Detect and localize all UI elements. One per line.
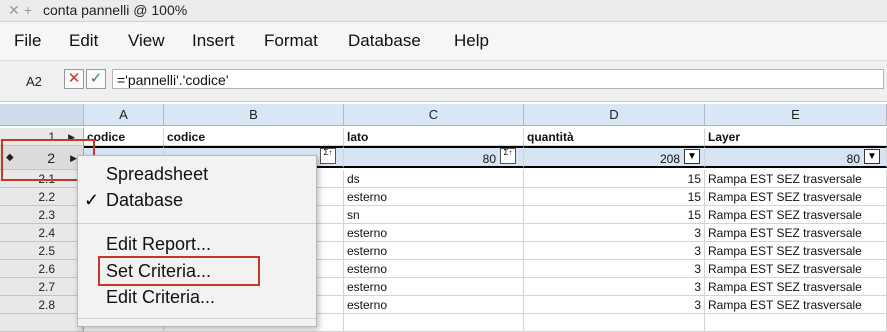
- sum-sort-icon[interactable]: Σ↑: [320, 148, 336, 164]
- menu-separator: [78, 223, 316, 224]
- table-cell[interactable]: esterno: [344, 188, 524, 206]
- table-cell[interactable]: 15: [524, 188, 705, 206]
- row-header[interactable]: 2.5: [0, 242, 84, 260]
- table-cell[interactable]: Rampa EST SEZ trasversale: [705, 242, 887, 260]
- cell-reference[interactable]: A2: [26, 74, 42, 89]
- column-header-c[interactable]: C: [344, 104, 524, 126]
- table-cell[interactable]: 80: [344, 146, 524, 168]
- menu-bar: File Edit View Insert Format Database He…: [0, 22, 887, 61]
- table-cell[interactable]: codice: [164, 128, 344, 146]
- close-window-icon[interactable]: ✕: [8, 2, 20, 19]
- dropdown-arrow-icon[interactable]: ▼: [684, 149, 700, 164]
- accept-icon[interactable]: ✓: [86, 69, 106, 89]
- column-header-b[interactable]: B: [164, 104, 344, 126]
- menu-item-database[interactable]: Database: [106, 190, 183, 211]
- table-cell[interactable]: Rampa EST SEZ trasversale: [705, 278, 887, 296]
- table-cell[interactable]: Rampa EST SEZ trasversale: [705, 206, 887, 224]
- table-cell[interactable]: 3: [524, 260, 705, 278]
- menu-file[interactable]: File: [14, 31, 41, 51]
- menu-insert[interactable]: Insert: [192, 31, 235, 51]
- menu-view[interactable]: View: [128, 31, 165, 51]
- menu-item-edit-criteria[interactable]: Edit Criteria...: [106, 287, 215, 308]
- menu-help[interactable]: Help: [454, 31, 489, 51]
- table-cell[interactable]: 3: [524, 242, 705, 260]
- menu-item-edit-report[interactable]: Edit Report...: [106, 234, 211, 255]
- table-cell[interactable]: esterno: [344, 260, 524, 278]
- table-cell[interactable]: [705, 314, 887, 332]
- row-header[interactable]: 2.4: [0, 224, 84, 242]
- menu-separator: [78, 318, 316, 319]
- context-menu: Spreadsheet ✓ Database Edit Report... Se…: [77, 155, 317, 327]
- table-cell[interactable]: sn: [344, 206, 524, 224]
- table-cell[interactable]: codice: [84, 128, 164, 146]
- table-cell[interactable]: 3: [524, 224, 705, 242]
- table-cell[interactable]: 15: [524, 170, 705, 188]
- table-cell[interactable]: Rampa EST SEZ trasversale: [705, 224, 887, 242]
- formula-input[interactable]: ='pannelli'.'codice': [112, 69, 884, 89]
- table-cell[interactable]: esterno: [344, 224, 524, 242]
- column-header-d[interactable]: D: [524, 104, 705, 126]
- table-cell[interactable]: lato: [344, 128, 524, 146]
- table-cell[interactable]: 3: [524, 278, 705, 296]
- table-cell[interactable]: Rampa EST SEZ trasversale: [705, 170, 887, 188]
- menu-database[interactable]: Database: [348, 31, 421, 51]
- table-cell[interactable]: ds: [344, 170, 524, 188]
- row-header[interactable]: 2.2: [0, 188, 84, 206]
- highlight-box: [98, 256, 260, 286]
- table-cell[interactable]: 208: [524, 146, 705, 168]
- select-all-corner[interactable]: [0, 104, 84, 126]
- table-cell[interactable]: esterno: [344, 296, 524, 314]
- cancel-icon[interactable]: ✕: [64, 69, 84, 89]
- column-header-e[interactable]: E: [705, 104, 887, 126]
- table-cell[interactable]: Rampa EST SEZ trasversale: [705, 188, 887, 206]
- menu-edit[interactable]: Edit: [69, 31, 98, 51]
- row-header[interactable]: [0, 314, 84, 332]
- checkmark-icon: ✓: [84, 190, 100, 210]
- row-header[interactable]: 2.8: [0, 296, 84, 314]
- title-bar: ✕ + conta pannelli @ 100%: [0, 0, 887, 22]
- table-cell[interactable]: Layer: [705, 128, 887, 146]
- dropdown-arrow-icon[interactable]: ▼: [864, 149, 880, 164]
- table-cell[interactable]: 15: [524, 206, 705, 224]
- table-cell[interactable]: [524, 314, 705, 332]
- table-cell[interactable]: [344, 314, 524, 332]
- menu-format[interactable]: Format: [264, 31, 318, 51]
- table-cell[interactable]: 3: [524, 296, 705, 314]
- table-cell[interactable]: Rampa EST SEZ trasversale: [705, 296, 887, 314]
- table-cell[interactable]: Rampa EST SEZ trasversale: [705, 260, 887, 278]
- table-cell[interactable]: quantità: [524, 128, 705, 146]
- row-header[interactable]: 2.6: [0, 260, 84, 278]
- row-header[interactable]: 2.7: [0, 278, 84, 296]
- sum-sort-icon[interactable]: Σ↑: [500, 148, 516, 164]
- table-cell[interactable]: esterno: [344, 278, 524, 296]
- window-title: conta pannelli @ 100%: [43, 2, 188, 18]
- table-cell[interactable]: esterno: [344, 242, 524, 260]
- row-header[interactable]: 2.3: [0, 206, 84, 224]
- formula-bar: A2 ✕ ✓ ='pannelli'.'codice': [0, 61, 887, 102]
- column-header-a[interactable]: A: [84, 104, 164, 126]
- new-window-icon[interactable]: +: [24, 2, 32, 18]
- table-cell[interactable]: 80: [705, 146, 887, 168]
- menu-item-spreadsheet[interactable]: Spreadsheet: [106, 164, 208, 185]
